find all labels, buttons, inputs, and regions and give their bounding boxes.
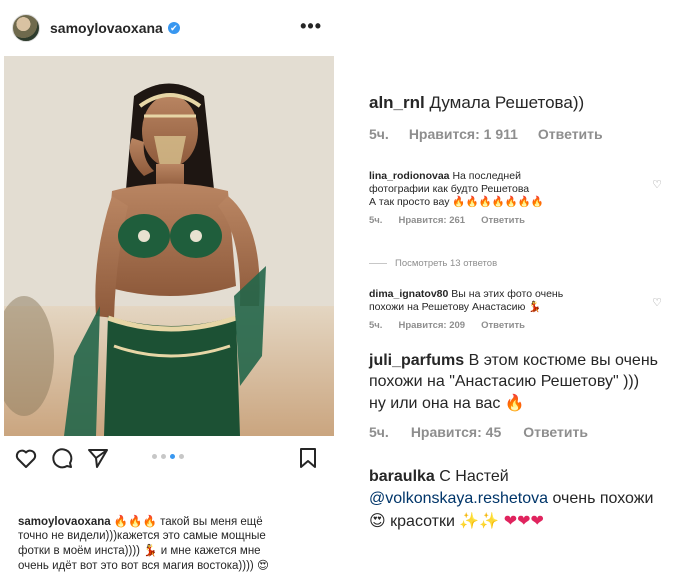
comment-text: очень похожи: [552, 490, 654, 507]
post-actions-bar: [0, 440, 340, 476]
comment-like-heart-icon[interactable]: ♡: [652, 178, 662, 191]
comment-text: Вы на этих фото очень: [451, 288, 564, 300]
comment-author[interactable]: aln_rnl: [369, 93, 425, 112]
caption-line: фотки в моём инста)))): [18, 545, 141, 557]
sparkle-emoji: ✨✨: [459, 511, 500, 530]
caption-line: точно не видели)))кажется это самые мощн…: [18, 530, 266, 542]
comments-panel: aln_rnl Думала Решетова)) 5ч. Нравится: …: [345, 0, 690, 583]
post-header: samoylovaoxana ✔ •••: [0, 0, 340, 56]
dancer-emoji: 💃: [143, 543, 158, 557]
heart-eyes-emoji: 😍: [256, 558, 269, 572]
carousel-dot: [152, 454, 157, 459]
reply-button[interactable]: Ответить: [538, 126, 603, 142]
carousel-dot: [161, 454, 166, 459]
fire-emoji: 🔥🔥🔥: [113, 514, 157, 528]
post-photo[interactable]: [4, 56, 334, 436]
comment-text: красотки: [390, 513, 455, 530]
comment-text: фотографии как будто Решетова: [369, 183, 530, 195]
post-username[interactable]: samoylovaoxana: [50, 20, 163, 36]
caption-line: и мне кажется мне: [160, 545, 261, 557]
comment-time: 5ч.: [369, 320, 383, 331]
caption-line: такой вы меня ещё: [160, 516, 263, 528]
instagram-post: samoylovaoxana ✔ ••• samoylovaoxana 🔥🔥🔥 …: [0, 0, 340, 583]
comment-text: Думала Решетова)): [429, 93, 585, 112]
view-replies-button[interactable]: Посмотреть 13 ответов: [369, 258, 497, 269]
more-options-button[interactable]: •••: [300, 17, 322, 35]
comment-likes[interactable]: Нравится: 1 911: [409, 126, 518, 142]
heart-eyes-emoji: 😍: [369, 511, 386, 530]
reply-button[interactable]: Ответить: [481, 320, 525, 331]
comment-text: С Настей: [439, 468, 509, 485]
carousel-indicator: [152, 454, 184, 459]
comment-text: В этом костюме вы очень: [468, 352, 658, 369]
comment-text: похожи на "Анастасию Решетову" ))): [369, 373, 640, 390]
carousel-dot-active: [170, 454, 175, 459]
comment-author[interactable]: juli_parfums: [369, 352, 464, 369]
photo-illustration: [4, 56, 334, 436]
verified-badge-icon: ✔: [167, 22, 180, 34]
fire-emoji: 🔥: [504, 393, 525, 412]
mention-link[interactable]: @volkonskaya.reshetova: [369, 490, 548, 507]
view-replies-label: Посмотреть 13 ответов: [395, 258, 498, 269]
comment-like-heart-icon[interactable]: ♡: [652, 296, 662, 309]
comment-likes[interactable]: Нравится: 45: [411, 424, 501, 440]
comment-author[interactable]: dima_ignatov80: [369, 288, 448, 300]
avatar[interactable]: [12, 14, 40, 42]
comment-time: 5ч.: [369, 424, 389, 440]
fire-emoji: 🔥🔥🔥🔥🔥🔥🔥: [452, 196, 544, 208]
comment-time: 5ч.: [369, 126, 389, 142]
paper-plane-icon[interactable]: [86, 446, 110, 470]
comment-text: похожи на Решетову Анастасию: [369, 301, 526, 313]
comment-item: dima_ignatov80 Вы на этих фото очень пох…: [369, 288, 619, 331]
carousel-dot: [179, 454, 184, 459]
divider-line: [369, 263, 387, 264]
comment-likes[interactable]: Нравится: 209: [398, 320, 465, 331]
caption-author[interactable]: samoylovaoxana: [18, 516, 111, 528]
reply-button[interactable]: Ответить: [523, 424, 588, 440]
comment-time: 5ч.: [369, 215, 383, 226]
comment-author[interactable]: baraulka: [369, 468, 435, 485]
comment-text: На последней: [452, 170, 521, 182]
speech-bubble-icon[interactable]: [50, 446, 74, 470]
heart-outline-icon[interactable]: [14, 446, 38, 470]
comment-item: baraulka С Настей @volkonskaya.reshetova…: [369, 466, 689, 533]
dancer-emoji: 💃: [528, 301, 542, 313]
post-caption: samoylovaoxana 🔥🔥🔥 такой вы меня ещё точ…: [18, 514, 308, 573]
red-heart-emoji: ❤❤❤: [503, 511, 544, 530]
comment-likes[interactable]: Нравится: 261: [398, 215, 465, 226]
reply-button[interactable]: Ответить: [481, 215, 525, 226]
comment-item: aln_rnl Думала Решетова)) 5ч. Нравится: …: [369, 92, 603, 142]
bookmark-icon[interactable]: [296, 446, 320, 470]
comment-item: juli_parfums В этом костюме вы очень пох…: [369, 350, 689, 440]
comment-item: lina_rodionovaa На последней фотографии …: [369, 170, 619, 226]
caption-line: очень идёт вот это вот вся магия востока…: [18, 560, 254, 572]
comment-text: А так просто вау: [369, 196, 450, 208]
comment-author[interactable]: lina_rodionovaa: [369, 170, 450, 182]
comment-text: ну или она на вас: [369, 395, 501, 412]
